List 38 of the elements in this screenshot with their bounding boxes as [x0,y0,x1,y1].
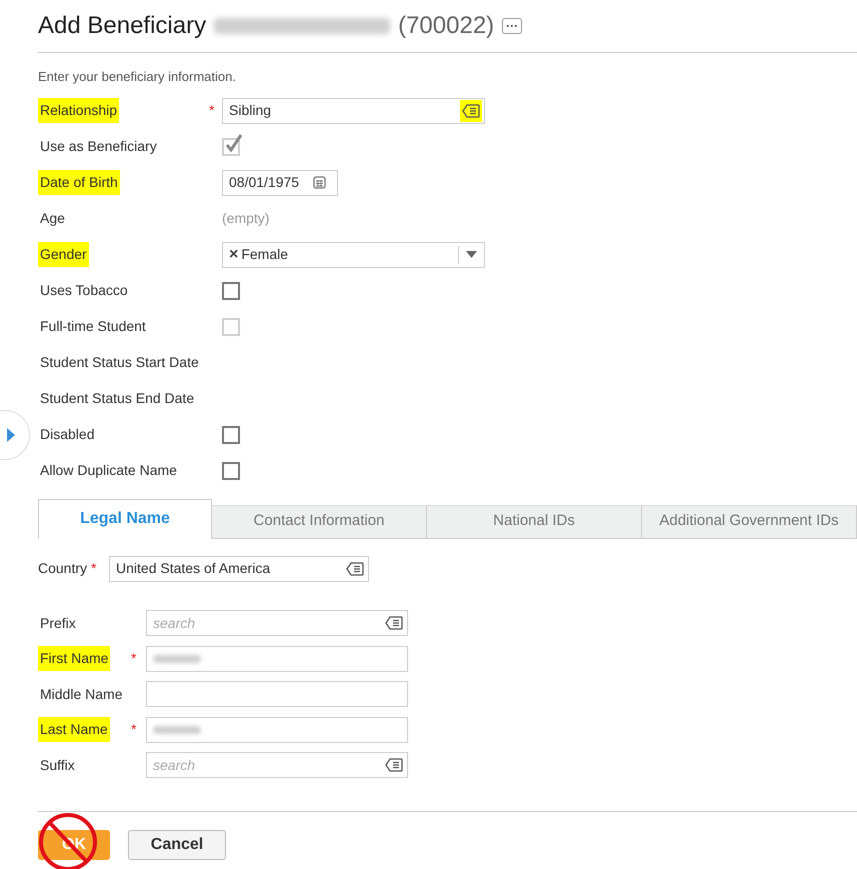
page-title: Add Beneficiary [38,11,206,41]
field-label: Prefix [39,614,77,633]
field-label: Age [39,209,66,228]
field-label: Use as Beneficiary [39,137,158,156]
field-label: Disabled [39,425,96,444]
field-label: Last Name [38,717,110,742]
tab[interactable]: National IDs [427,504,642,538]
required-mark: * [131,720,138,740]
tab[interactable]: Contact Information [212,504,427,538]
field-label: Relationship [38,98,120,123]
field-label: Gender [38,242,89,267]
search-field[interactable]: search [146,752,408,778]
field-label: Suffix [39,756,76,775]
required-mark: * [91,559,98,578]
field-label: Student Status End Date [39,389,196,408]
cancel-button[interactable]: Cancel [128,830,226,860]
field-label: Country [38,559,88,578]
intro-text: Enter your beneficiary information. [38,68,237,86]
field-label: Allow Duplicate Name [39,461,178,480]
field-label: Full-time Student [39,317,147,336]
required-mark: * [131,649,138,668]
field-label: Uses Tobacco [39,281,129,300]
remove-icon[interactable]: × [229,242,238,266]
tab[interactable]: Legal Name [38,498,212,538]
field-label: Middle Name [39,684,124,704]
date-field[interactable]: 08/01/1975 [222,170,338,196]
lookup-field[interactable]: Sibling [222,98,485,124]
lookup-field[interactable]: United States of America [109,556,370,582]
field-value: (empty) [222,209,270,228]
field-label: Date of Birth [38,170,120,195]
gender-select[interactable]: × Female [222,242,485,268]
field-label: Student Status Start Date [39,353,200,372]
search-field[interactable]: search [146,610,408,636]
required-mark: * [209,101,216,120]
tab[interactable]: Additional Government IDs [642,504,857,538]
field-label: First Name [38,646,110,672]
more-button[interactable]: ··· [502,18,522,34]
record-id: (700022) [398,11,494,41]
